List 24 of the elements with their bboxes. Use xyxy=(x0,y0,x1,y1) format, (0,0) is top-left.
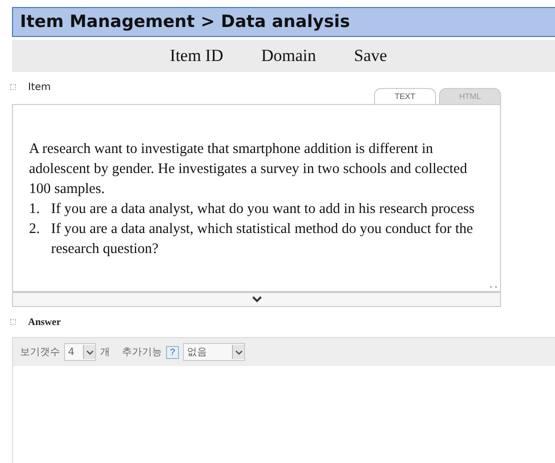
option-count-label: 보기갯수 xyxy=(20,346,60,359)
page-title: Item Management > Data analysis xyxy=(20,12,350,32)
nav-link[interactable]: Item ID xyxy=(170,46,224,66)
nav-link[interactable]: Save xyxy=(354,46,388,66)
help-button[interactable]: ? xyxy=(166,346,179,358)
list-item-text: If you are a data analyst, what do you want to add in his research process xyxy=(51,200,475,219)
list-number: 1. xyxy=(29,200,41,219)
list-number: 2. xyxy=(29,220,41,239)
caret-icon xyxy=(234,350,242,354)
list-item-text: If you are a data analyst, which statistical method do you conduct for the research question? xyxy=(51,220,474,259)
extra-feature-label: 추가기능 xyxy=(122,346,162,359)
section-label: Item xyxy=(28,82,51,93)
count-select[interactable]: 4 xyxy=(64,343,96,361)
chevron-down-icon xyxy=(252,296,262,303)
section-label: Answer xyxy=(28,317,61,328)
tab[interactable]: TEXT xyxy=(374,88,436,104)
nav-link[interactable]: Domain xyxy=(261,46,316,66)
question-text: A research want to investigate that smartphone addition is different in adolescent by gender. He investigates a survey in two schools and collected 100 samples. xyxy=(29,140,468,199)
unit-label: 개 xyxy=(100,346,110,359)
editor-box[interactable] xyxy=(12,104,501,292)
grip-icon xyxy=(10,319,16,325)
grip-icon xyxy=(10,84,16,90)
feature-select[interactable]: 없음 xyxy=(183,343,245,361)
caret-icon xyxy=(86,350,94,354)
